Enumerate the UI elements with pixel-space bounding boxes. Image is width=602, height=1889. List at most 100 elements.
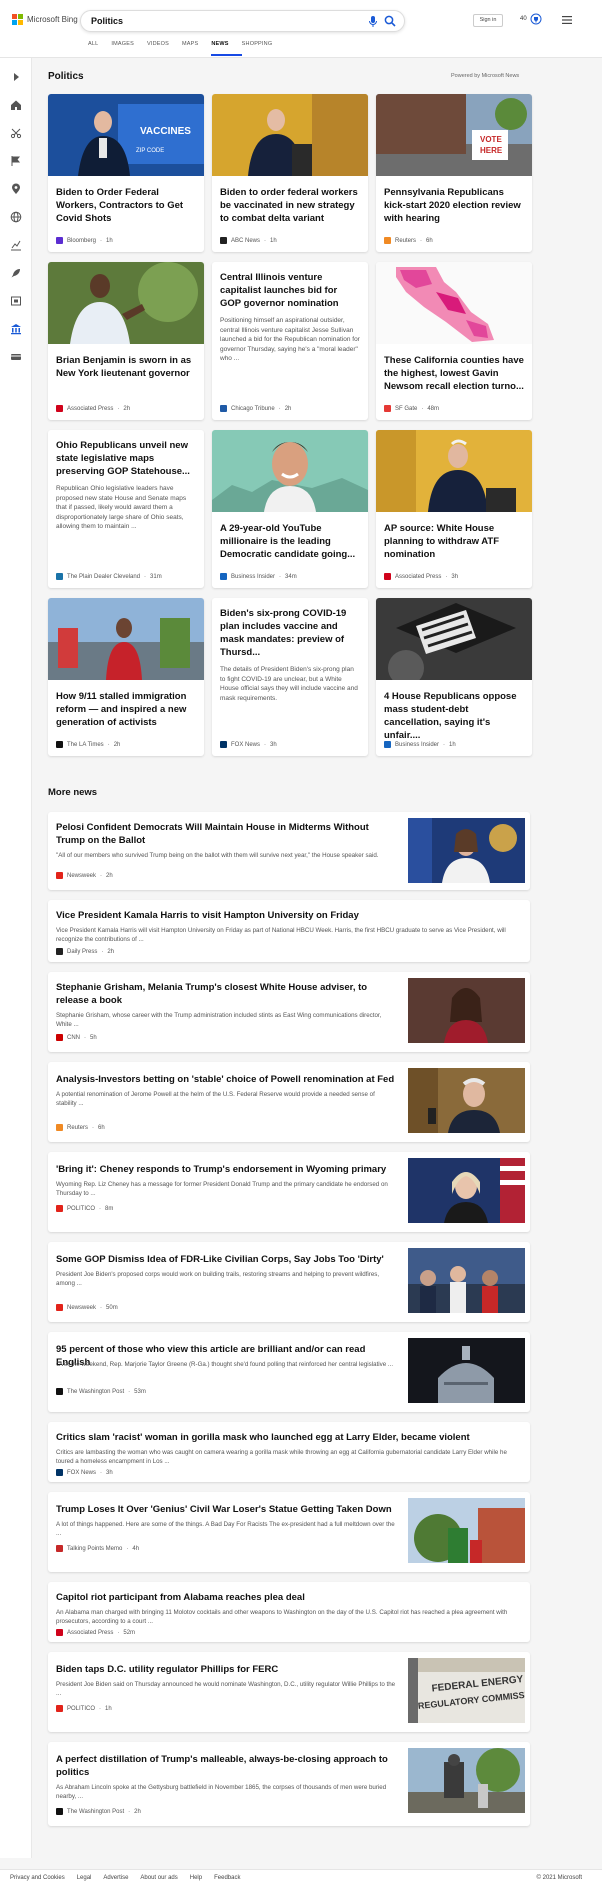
search-box[interactable]: Politics: [80, 10, 405, 32]
news-card[interactable]: A 29-year-old YouTube millionaire is the…: [212, 430, 368, 588]
svg-text:HERE: HERE: [480, 146, 503, 155]
row-thumbnail: [408, 1158, 525, 1223]
row-title[interactable]: Trump Loses It Over 'Genius' Civil War L…: [56, 1503, 396, 1516]
left-sidebar: [0, 58, 32, 1858]
row-title[interactable]: Vice President Kamala Harris to visit Ha…: [56, 909, 522, 922]
card-title[interactable]: AP source: White House planning to withd…: [376, 522, 532, 561]
politics-building-icon[interactable]: [10, 323, 22, 335]
card-title[interactable]: These California counties have the highe…: [376, 354, 532, 393]
card-title[interactable]: Pennsylvania Republicans kick-start 2020…: [376, 186, 532, 225]
card-source: Bloomberg · 1h: [56, 237, 113, 244]
news-row[interactable]: Pelosi Confident Democrats Will Maintain…: [48, 812, 530, 890]
row-source: Newsweek · 50m: [56, 1304, 118, 1311]
location-icon[interactable]: [10, 183, 22, 195]
search-icon[interactable]: [384, 15, 396, 27]
news-card[interactable]: Central Illinois venture capitalist laun…: [212, 262, 368, 420]
news-row[interactable]: 95 percent of those who view this articl…: [48, 1332, 530, 1412]
globe-icon[interactable]: [10, 211, 22, 223]
card-title[interactable]: 4 House Republicans oppose mass student-…: [376, 690, 532, 742]
news-card[interactable]: AP source: White House planning to withd…: [376, 430, 532, 588]
svg-text:ZIP CODE: ZIP CODE: [136, 148, 164, 154]
news-card[interactable]: VACCINES ZIP CODE Biden to Order Federal …: [48, 94, 204, 252]
news-card[interactable]: VOTE HERE Pennsylvania Republicans kick-s…: [376, 94, 532, 252]
microphone-icon[interactable]: [368, 16, 378, 27]
news-card[interactable]: 4 House Republicans oppose mass student-…: [376, 598, 532, 756]
rewards-button[interactable]: 40: [520, 13, 542, 25]
news-row[interactable]: Critics slam 'racist' woman in gorilla m…: [48, 1422, 530, 1482]
powered-by[interactable]: Powered by Microsoft News: [451, 73, 519, 79]
tab-maps[interactable]: MAPS: [182, 40, 211, 56]
chart-icon[interactable]: [10, 239, 22, 251]
card-title[interactable]: A 29-year-old YouTube millionaire is the…: [212, 522, 368, 561]
rocket-icon[interactable]: [10, 267, 22, 279]
row-title[interactable]: A perfect distillation of Trump's mallea…: [56, 1753, 396, 1779]
row-snippet: "All of our members who survived Trump b…: [56, 852, 379, 859]
tab-news[interactable]: NEWS: [211, 40, 242, 56]
news-card[interactable]: Ohio Republicans unveil new state legisl…: [48, 430, 204, 588]
news-card[interactable]: Biden to order federal workers be vaccin…: [212, 94, 368, 252]
card-title[interactable]: Biden to Order Federal Workers, Contract…: [48, 186, 204, 225]
source-logo-icon: [56, 237, 63, 244]
news-card[interactable]: These California counties have the highe…: [376, 262, 532, 420]
news-row[interactable]: Stephanie Grisham, Melania Trump's close…: [48, 972, 530, 1052]
source-logo-icon: [56, 405, 63, 412]
row-title[interactable]: Critics slam 'racist' woman in gorilla m…: [56, 1431, 522, 1444]
card-source: Chicago Tribune · 2h: [220, 405, 291, 412]
tab-all[interactable]: ALL: [88, 40, 111, 56]
row-title[interactable]: 'Bring it': Cheney responds to Trump's e…: [56, 1163, 396, 1176]
card-title[interactable]: Biden to order federal workers be vaccin…: [212, 186, 368, 225]
row-source: FOX News · 3h: [56, 1469, 113, 1476]
footer-link-feedback[interactable]: Feedback: [214, 1875, 252, 1881]
row-snippet: Wyoming Rep. Liz Cheney has a message fo…: [56, 1181, 388, 1197]
footer-link-privacy[interactable]: Privacy and Cookies: [10, 1875, 77, 1881]
row-source: Newsweek · 2h: [56, 872, 113, 879]
source-logo-icon: [56, 1034, 63, 1041]
row-title[interactable]: Pelosi Confident Democrats Will Maintain…: [56, 821, 396, 847]
film-icon[interactable]: [10, 295, 22, 307]
news-row[interactable]: Some GOP Dismiss Idea of FDR-Like Civili…: [48, 1242, 530, 1322]
home-icon[interactable]: [10, 99, 22, 111]
news-row[interactable]: Biden taps D.C. utility regulator Philli…: [48, 1652, 530, 1732]
flag-icon[interactable]: [10, 155, 22, 167]
search-input[interactable]: Politics: [91, 16, 123, 26]
tab-shopping[interactable]: SHOPPING: [242, 40, 286, 56]
row-title[interactable]: Capitol riot participant from Alabama re…: [56, 1591, 522, 1604]
row-thumbnail: [408, 1248, 525, 1313]
news-row[interactable]: Trump Loses It Over 'Genius' Civil War L…: [48, 1492, 530, 1572]
row-thumbnail: [408, 1068, 525, 1133]
news-row[interactable]: Vice President Kamala Harris to visit Ha…: [48, 900, 530, 962]
footer-link-help[interactable]: Help: [190, 1875, 214, 1881]
tab-videos[interactable]: VIDEOS: [147, 40, 182, 56]
expand-icon[interactable]: [10, 71, 22, 83]
sign-in-button[interactable]: Sign in: [473, 14, 503, 27]
row-title[interactable]: Stephanie Grisham, Melania Trump's close…: [56, 981, 396, 1007]
news-card[interactable]: Brian Benjamin is sworn in as New York l…: [48, 262, 204, 420]
money-icon[interactable]: [10, 351, 22, 363]
scissors-icon[interactable]: [10, 127, 22, 139]
card-title[interactable]: Biden's six-prong COVID-19 plan includes…: [212, 607, 368, 659]
news-row[interactable]: Analysis-Investors betting on 'stable' c…: [48, 1062, 530, 1142]
card-title[interactable]: Ohio Republicans unveil new state legisl…: [48, 439, 204, 478]
row-title[interactable]: Some GOP Dismiss Idea of FDR-Like Civili…: [56, 1253, 396, 1266]
card-title[interactable]: Brian Benjamin is sworn in as New York l…: [48, 354, 204, 380]
news-row[interactable]: A perfect distillation of Trump's mallea…: [48, 1742, 530, 1826]
news-card[interactable]: How 9/11 stalled immigration reform — an…: [48, 598, 204, 756]
card-title[interactable]: How 9/11 stalled immigration reform — an…: [48, 690, 204, 729]
news-card[interactable]: Biden's six-prong COVID-19 plan includes…: [212, 598, 368, 756]
news-row[interactable]: 'Bring it': Cheney responds to Trump's e…: [48, 1152, 530, 1232]
hamburger-menu-icon[interactable]: [562, 16, 572, 24]
footer-link-advertise[interactable]: Advertise: [103, 1875, 140, 1881]
bing-logo[interactable]: Microsoft Bing: [12, 14, 78, 25]
source-logo-icon: [220, 405, 227, 412]
row-title[interactable]: Biden taps D.C. utility regulator Philli…: [56, 1663, 396, 1676]
card-title[interactable]: Central Illinois venture capitalist laun…: [212, 271, 368, 310]
card-source: Reuters · 6h: [384, 237, 433, 244]
footer-link-about-ads[interactable]: About our ads: [140, 1875, 189, 1881]
row-title[interactable]: Analysis-Investors betting on 'stable' c…: [56, 1073, 396, 1086]
row-source: Daily Press · 2h: [56, 948, 114, 955]
news-row[interactable]: Capitol riot participant from Alabama re…: [48, 1582, 530, 1642]
row-snippet: President Joe Biden's proposed corps wou…: [56, 1271, 380, 1287]
row-thumbnail: [408, 1498, 525, 1563]
tab-images[interactable]: IMAGES: [111, 40, 147, 56]
footer-link-legal[interactable]: Legal: [77, 1875, 104, 1881]
